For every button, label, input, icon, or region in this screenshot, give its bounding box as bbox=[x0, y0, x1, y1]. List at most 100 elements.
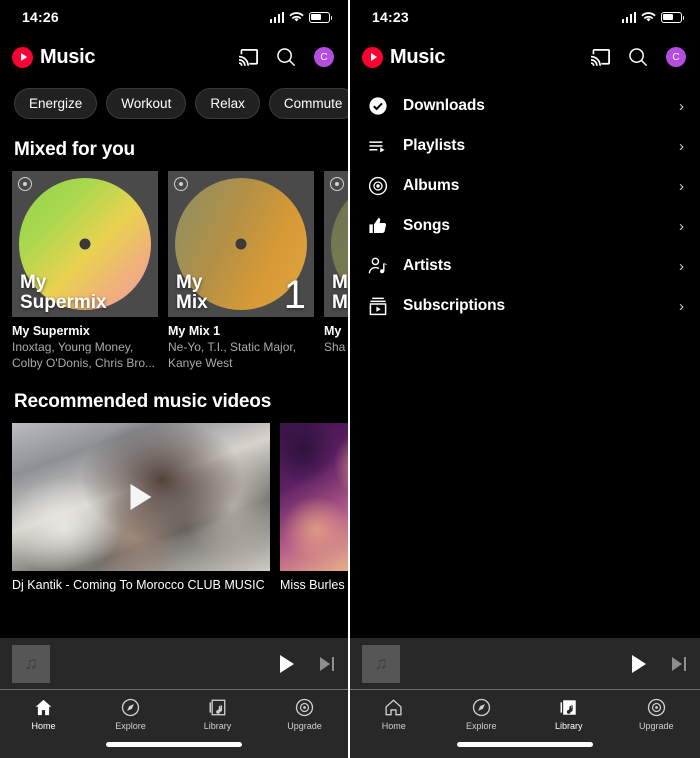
playlist-play-icon bbox=[369, 141, 385, 153]
nav-item-upgrade[interactable]: Upgrade bbox=[613, 698, 700, 731]
nav-item-explore[interactable]: Explore bbox=[438, 698, 526, 731]
video-thumbnail[interactable] bbox=[12, 423, 270, 572]
chip-commute[interactable]: Commute bbox=[268, 88, 348, 119]
cast-icon[interactable] bbox=[590, 48, 610, 66]
brand-name: Music bbox=[40, 45, 96, 68]
nav-label: Library bbox=[203, 721, 232, 731]
home-indicator bbox=[457, 742, 593, 747]
mix-overlay-line1: My bbox=[332, 272, 348, 294]
nav-item-upgrade[interactable]: Upgrade bbox=[261, 698, 348, 731]
skip-next-icon[interactable] bbox=[319, 656, 334, 671]
brand[interactable]: Music bbox=[12, 46, 95, 69]
chevron-right-icon: › bbox=[679, 297, 684, 315]
avatar[interactable]: C bbox=[666, 47, 686, 67]
library-item-label: Playlists bbox=[403, 137, 466, 154]
cellular-signal-icon bbox=[269, 11, 284, 23]
nav-item-home[interactable]: Home bbox=[0, 698, 87, 731]
status-time: 14:23 bbox=[372, 9, 409, 25]
recommended-videos-shelf[interactable]: Dj Kantik - Coming To Morocco CLUB MUSIC… bbox=[0, 423, 348, 592]
search-icon[interactable] bbox=[276, 47, 296, 67]
video-thumbnail-image bbox=[280, 423, 348, 572]
status-icons bbox=[621, 11, 685, 23]
compass-icon bbox=[472, 698, 490, 717]
search-icon[interactable] bbox=[628, 47, 648, 67]
upgrade-icon bbox=[647, 698, 665, 717]
skip-next-icon[interactable] bbox=[671, 656, 686, 671]
status-time: 14:26 bbox=[22, 9, 59, 25]
mix-card[interactable]: My Supermix My Supermix Inoxtag, Young M… bbox=[12, 171, 158, 371]
cellular-signal-icon bbox=[621, 11, 636, 23]
library-item-label: Downloads bbox=[403, 97, 485, 114]
chevron-right-icon: › bbox=[679, 217, 684, 235]
avatar[interactable]: C bbox=[314, 47, 334, 67]
nav-label: Upgrade bbox=[638, 721, 674, 731]
chip-workout[interactable]: Workout bbox=[106, 88, 187, 119]
youtube-music-logo-icon bbox=[362, 46, 383, 68]
chevron-right-icon: › bbox=[679, 177, 684, 195]
mix-overlay-line2: Mix bbox=[176, 291, 208, 313]
library-item-playlists[interactable]: Playlists › bbox=[350, 126, 700, 166]
mix-artwork[interactable]: My M bbox=[324, 171, 348, 317]
play-icon[interactable] bbox=[279, 654, 294, 673]
brand[interactable]: Music bbox=[362, 46, 445, 69]
bottom-nav[interactable]: Home Explore Library Upgrade bbox=[0, 690, 348, 758]
play-icon[interactable] bbox=[130, 484, 152, 511]
subscriptions-icon bbox=[369, 297, 387, 316]
mood-chip-row[interactable]: Energize Workout Relax Commute bbox=[0, 80, 348, 119]
bottom-nav[interactable]: Home Explore Library Upgrade bbox=[350, 690, 700, 758]
chevron-right-icon: › bbox=[679, 257, 684, 275]
play-icon[interactable] bbox=[631, 654, 646, 673]
album-disc-icon bbox=[368, 176, 388, 196]
brand-name: Music bbox=[390, 45, 446, 68]
nav-label: Home bbox=[381, 721, 406, 731]
library-item-artists[interactable]: Artists › bbox=[350, 246, 700, 286]
library-icon bbox=[560, 700, 576, 715]
nav-item-library[interactable]: Library bbox=[174, 698, 261, 731]
battery-icon bbox=[661, 11, 685, 23]
status-icons bbox=[269, 11, 333, 23]
mix-card[interactable]: My Mix 1 My Mix 1 Ne-Yo, T.I., Static Ma… bbox=[168, 171, 314, 371]
chip-energize[interactable]: Energize bbox=[14, 88, 98, 119]
mix-subtitle: Ne-Yo, T.I., Static Major, Kanye West bbox=[168, 340, 297, 371]
youtube-music-logo-icon bbox=[12, 46, 33, 68]
home-icon bbox=[35, 699, 52, 716]
mix-badge-icon bbox=[18, 177, 32, 191]
mini-player[interactable]: ♫ bbox=[0, 638, 348, 690]
library-item-albums[interactable]: Albums › bbox=[350, 166, 700, 206]
mix-card[interactable]: My M My Sha Mar bbox=[324, 171, 348, 371]
app-header: Music C bbox=[350, 34, 700, 80]
mix-title: My bbox=[324, 324, 342, 338]
chevron-right-icon: › bbox=[679, 97, 684, 115]
header-actions: C bbox=[238, 47, 334, 67]
video-card[interactable]: Dj Kantik - Coming To Morocco CLUB MUSIC bbox=[12, 423, 270, 592]
nav-label: Explore bbox=[465, 721, 497, 731]
status-bar: 14:23 bbox=[350, 0, 700, 34]
nav-item-library[interactable]: Library bbox=[525, 698, 613, 731]
mix-disc-hole bbox=[79, 238, 91, 250]
chevron-right-icon: › bbox=[679, 137, 684, 155]
nav-item-explore[interactable]: Explore bbox=[87, 698, 174, 731]
status-bar: 14:26 bbox=[0, 0, 348, 34]
library-item-subscriptions[interactable]: Subscriptions › bbox=[350, 286, 700, 326]
library-item-label: Albums bbox=[403, 177, 460, 194]
mix-overlay-text: My Mix bbox=[176, 273, 208, 312]
mix-overlay-line2: Supermix bbox=[20, 291, 107, 313]
mix-overlay-text: My Supermix bbox=[20, 273, 107, 312]
library-list[interactable]: Downloads › Playlists › Albums › Songs ›… bbox=[350, 80, 700, 326]
wifi-icon bbox=[641, 11, 656, 22]
mini-player[interactable]: ♫ bbox=[350, 638, 700, 690]
nav-item-home[interactable]: Home bbox=[350, 698, 438, 731]
library-item-songs[interactable]: Songs › bbox=[350, 206, 700, 246]
library-item-downloads[interactable]: Downloads › bbox=[350, 86, 700, 126]
mix-artwork[interactable]: My Supermix bbox=[12, 171, 158, 317]
video-thumbnail[interactable] bbox=[280, 423, 348, 572]
video-card[interactable]: Miss Burles bbox=[280, 423, 348, 593]
mix-artwork[interactable]: My Mix 1 bbox=[168, 171, 314, 317]
mix-disc-hole bbox=[235, 238, 247, 250]
cast-icon[interactable] bbox=[238, 48, 258, 66]
nav-label: Library bbox=[554, 721, 583, 731]
library-item-label: Artists bbox=[403, 257, 452, 274]
mixed-for-you-shelf[interactable]: My Supermix My Supermix Inoxtag, Young M… bbox=[0, 171, 348, 371]
video-title: Miss Burles bbox=[280, 578, 345, 593]
chip-relax[interactable]: Relax bbox=[195, 88, 260, 119]
